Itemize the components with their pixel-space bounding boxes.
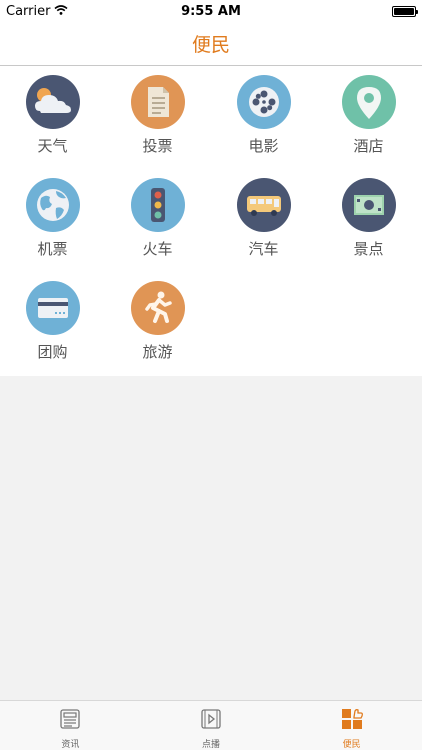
tab-bar: 资讯 点播 便民 <box>0 700 422 750</box>
tile-hotel[interactable]: 酒店 <box>316 66 421 169</box>
tile-label: 团购 <box>37 343 68 361</box>
status-left: Carrier <box>6 4 126 19</box>
traffic-light-icon <box>130 178 185 232</box>
newspaper-icon <box>58 707 82 735</box>
tile-train[interactable]: 火车 <box>105 169 210 272</box>
tile-group-buy[interactable]: 团购 <box>0 272 105 375</box>
tile-flight[interactable]: 机票 <box>0 169 105 272</box>
tile-label: 天气 <box>37 137 68 155</box>
tile-movie[interactable]: 电影 <box>211 66 316 169</box>
battery-icon <box>391 5 418 17</box>
tile-label: 酒店 <box>353 137 384 155</box>
tab-services[interactable]: 便民 <box>281 701 422 750</box>
tile-travel[interactable]: 旅游 <box>105 272 210 375</box>
location-pin-icon <box>341 75 396 129</box>
running-person-icon <box>130 281 185 335</box>
tile-label: 火车 <box>142 240 173 258</box>
page-title: 便民 <box>191 34 230 56</box>
credit-card-icon <box>25 281 80 335</box>
tab-news[interactable]: 资讯 <box>0 701 141 750</box>
document-icon <box>130 75 185 129</box>
tile-label: 景点 <box>353 240 384 258</box>
tab-video[interactable]: 点播 <box>141 701 282 750</box>
film-reel-icon <box>236 75 291 129</box>
tile-vote[interactable]: 投票 <box>105 66 210 169</box>
tile-label: 旅游 <box>142 343 173 361</box>
globe-icon <box>25 178 80 232</box>
video-play-icon <box>199 707 223 735</box>
tile-bus[interactable]: 汽车 <box>211 169 316 272</box>
tile-label: 汽车 <box>248 240 279 258</box>
money-icon <box>341 178 396 232</box>
status-time: 9:55 AM <box>181 3 241 19</box>
tile-label: 机票 <box>37 240 68 258</box>
weather-cloud-icon <box>25 75 80 129</box>
tab-label: 点播 <box>202 740 221 750</box>
services-grid: 天气 投票 电影 酒店 机票 火车 汽车 景点 团购 旅游 <box>0 66 422 376</box>
tile-label: 投票 <box>142 137 173 155</box>
carrier-label: Carrier <box>6 3 51 19</box>
grid-services-icon <box>340 707 364 735</box>
tile-weather[interactable]: 天气 <box>0 66 105 169</box>
status-bar: Carrier 9:55 AM <box>0 0 422 22</box>
tab-label: 资讯 <box>61 740 80 750</box>
tile-attractions[interactable]: 景点 <box>316 169 421 272</box>
bus-icon <box>236 178 291 232</box>
wifi-icon <box>54 4 68 19</box>
navigation-bar: 便民 <box>0 22 422 66</box>
tile-label: 电影 <box>248 137 279 155</box>
tab-label: 便民 <box>342 740 361 750</box>
status-right <box>296 5 418 17</box>
